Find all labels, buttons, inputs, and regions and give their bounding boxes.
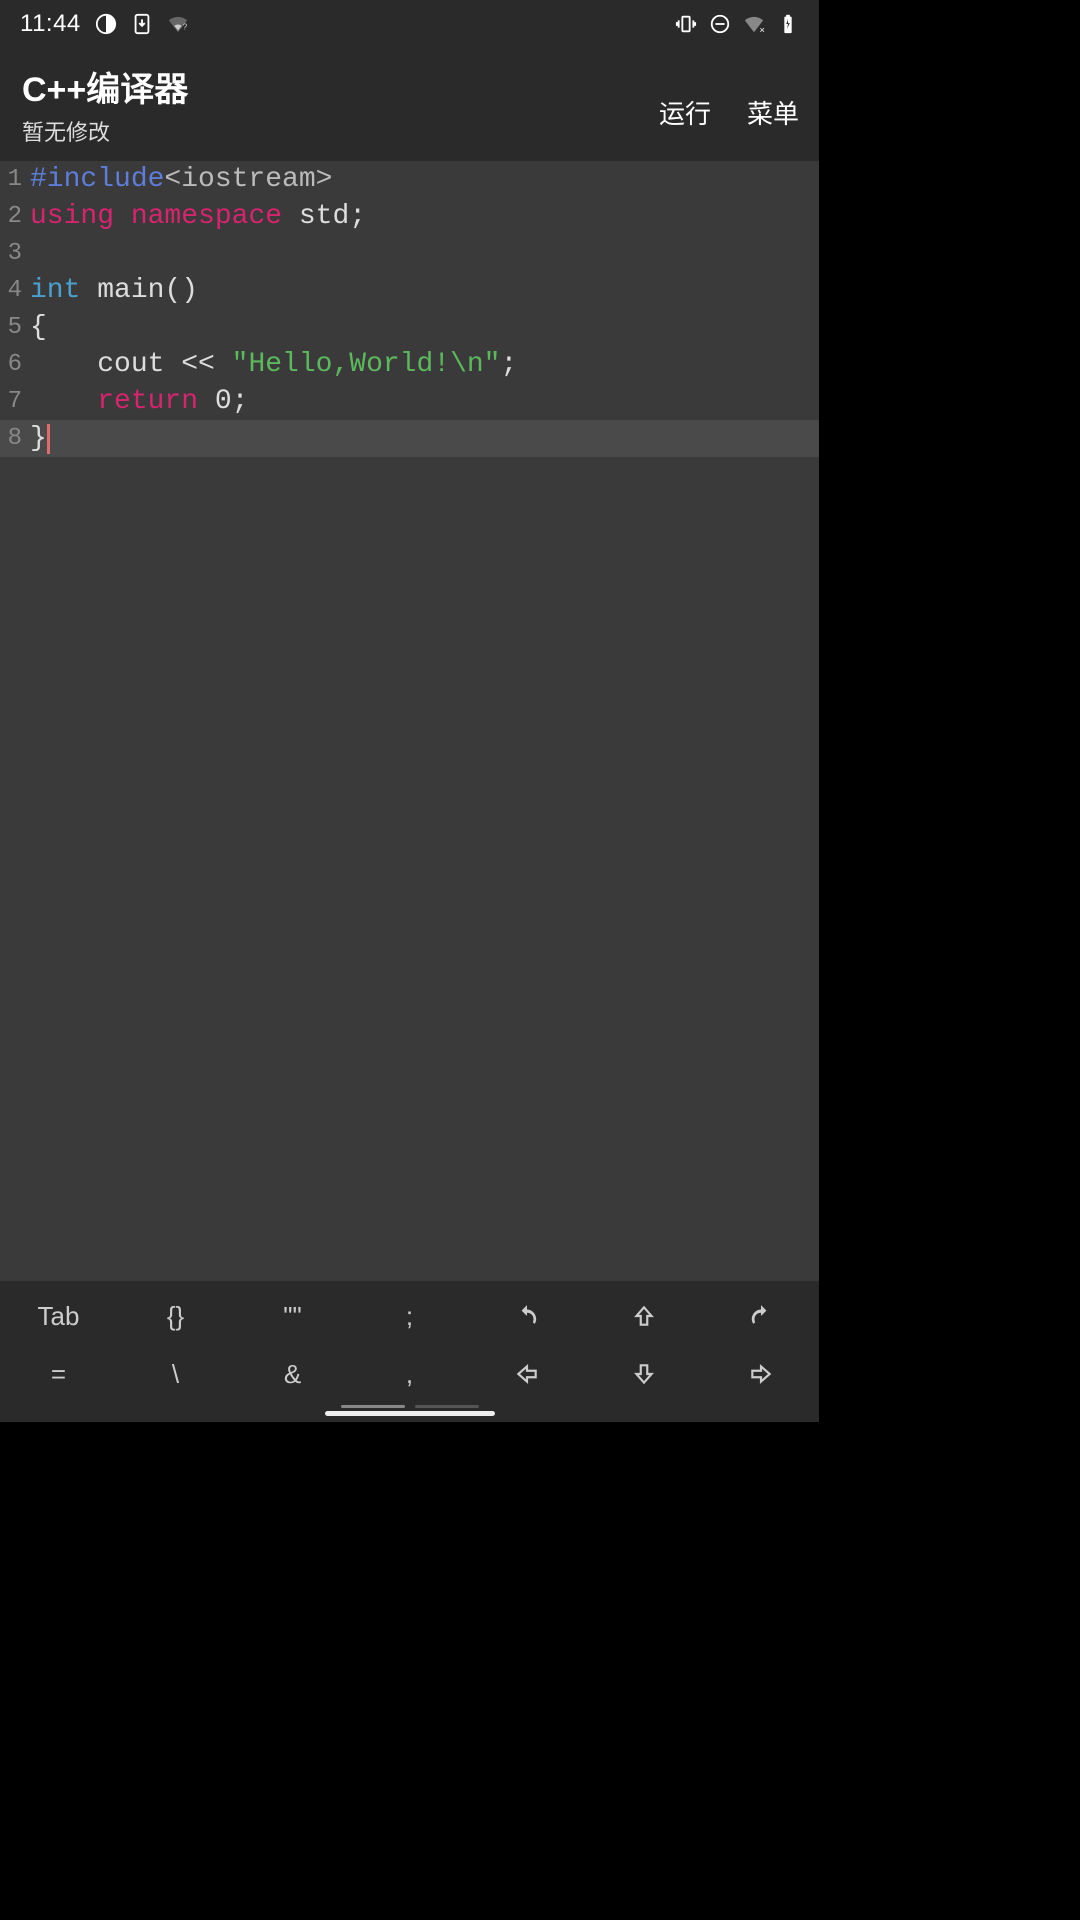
app-subtitle: 暂无修改 — [22, 115, 188, 147]
code-text[interactable]: using namespace std; — [26, 198, 366, 235]
app-header: C++编译器 暂无修改 运行 菜单 — [0, 48, 819, 161]
wifi-weak-icon: ? — [167, 13, 189, 35]
status-right: × — [675, 13, 799, 35]
code-text[interactable]: } — [26, 420, 50, 457]
text-cursor — [47, 424, 50, 454]
arrow-right-icon[interactable] — [702, 1345, 819, 1403]
line-number: 5 — [0, 309, 26, 346]
code-line[interactable]: 1#include<iostream> — [0, 161, 819, 198]
vibrate-icon — [675, 13, 697, 35]
code-text[interactable]: { — [26, 309, 47, 346]
app-title: C++编译器 — [22, 62, 188, 111]
code-line[interactable]: 4int main() — [0, 272, 819, 309]
redo-icon[interactable] — [702, 1287, 819, 1345]
nav-handle[interactable] — [325, 1411, 495, 1416]
undo-icon[interactable] — [468, 1287, 585, 1345]
contrast-icon — [95, 13, 117, 35]
dnd-icon — [709, 13, 731, 35]
symbol-key[interactable]: "" — [234, 1287, 351, 1345]
status-bar: 11:44 ? × — [0, 0, 819, 48]
arrow-left-icon[interactable] — [468, 1345, 585, 1403]
battery-charging-icon — [777, 13, 799, 35]
symbol-toolbar: Tab{}""; =\&, — [0, 1281, 819, 1422]
code-line[interactable]: 2using namespace std; — [0, 198, 819, 235]
code-text[interactable]: #include<iostream> — [26, 161, 332, 198]
code-line[interactable]: 3 — [0, 235, 819, 272]
menu-button[interactable]: 菜单 — [747, 94, 799, 131]
header-title-group: C++编译器 暂无修改 — [22, 62, 188, 147]
symbol-key[interactable]: {} — [117, 1287, 234, 1345]
toolbar-page-indicator — [0, 1405, 819, 1408]
code-text[interactable]: return 0; — [26, 383, 248, 420]
symbol-key[interactable]: & — [234, 1345, 351, 1403]
run-button[interactable]: 运行 — [659, 94, 711, 131]
code-line[interactable]: 6 cout << "Hello,World!\n"; — [0, 346, 819, 383]
code-line[interactable]: 8} — [0, 420, 819, 457]
line-number: 3 — [0, 235, 26, 272]
symbol-key[interactable]: Tab — [0, 1287, 117, 1345]
line-number: 4 — [0, 272, 26, 309]
status-left: 11:44 ? — [20, 10, 189, 38]
line-number: 8 — [0, 420, 26, 457]
line-number: 6 — [0, 346, 26, 383]
svg-text:?: ? — [182, 23, 187, 32]
svg-text:×: × — [760, 25, 765, 35]
header-actions: 运行 菜单 — [659, 94, 799, 147]
code-text[interactable]: int main() — [26, 272, 198, 309]
clock: 11:44 — [20, 10, 81, 38]
code-text[interactable]: cout << "Hello,World!\n"; — [26, 346, 517, 383]
code-line[interactable]: 5{ — [0, 309, 819, 346]
symbol-key[interactable]: \ — [117, 1345, 234, 1403]
symbol-key[interactable]: = — [0, 1345, 117, 1403]
arrow-up-icon[interactable] — [585, 1287, 702, 1345]
symbol-key[interactable]: ; — [351, 1287, 468, 1345]
arrow-down-icon[interactable] — [585, 1345, 702, 1403]
code-line[interactable]: 7 return 0; — [0, 383, 819, 420]
download-icon — [131, 13, 153, 35]
code-editor[interactable]: 1#include<iostream>2using namespace std;… — [0, 161, 819, 1286]
wifi-off-icon: × — [743, 13, 765, 35]
line-number: 7 — [0, 383, 26, 420]
symbol-key[interactable]: , — [351, 1345, 468, 1403]
line-number: 1 — [0, 161, 26, 198]
line-number: 2 — [0, 198, 26, 235]
